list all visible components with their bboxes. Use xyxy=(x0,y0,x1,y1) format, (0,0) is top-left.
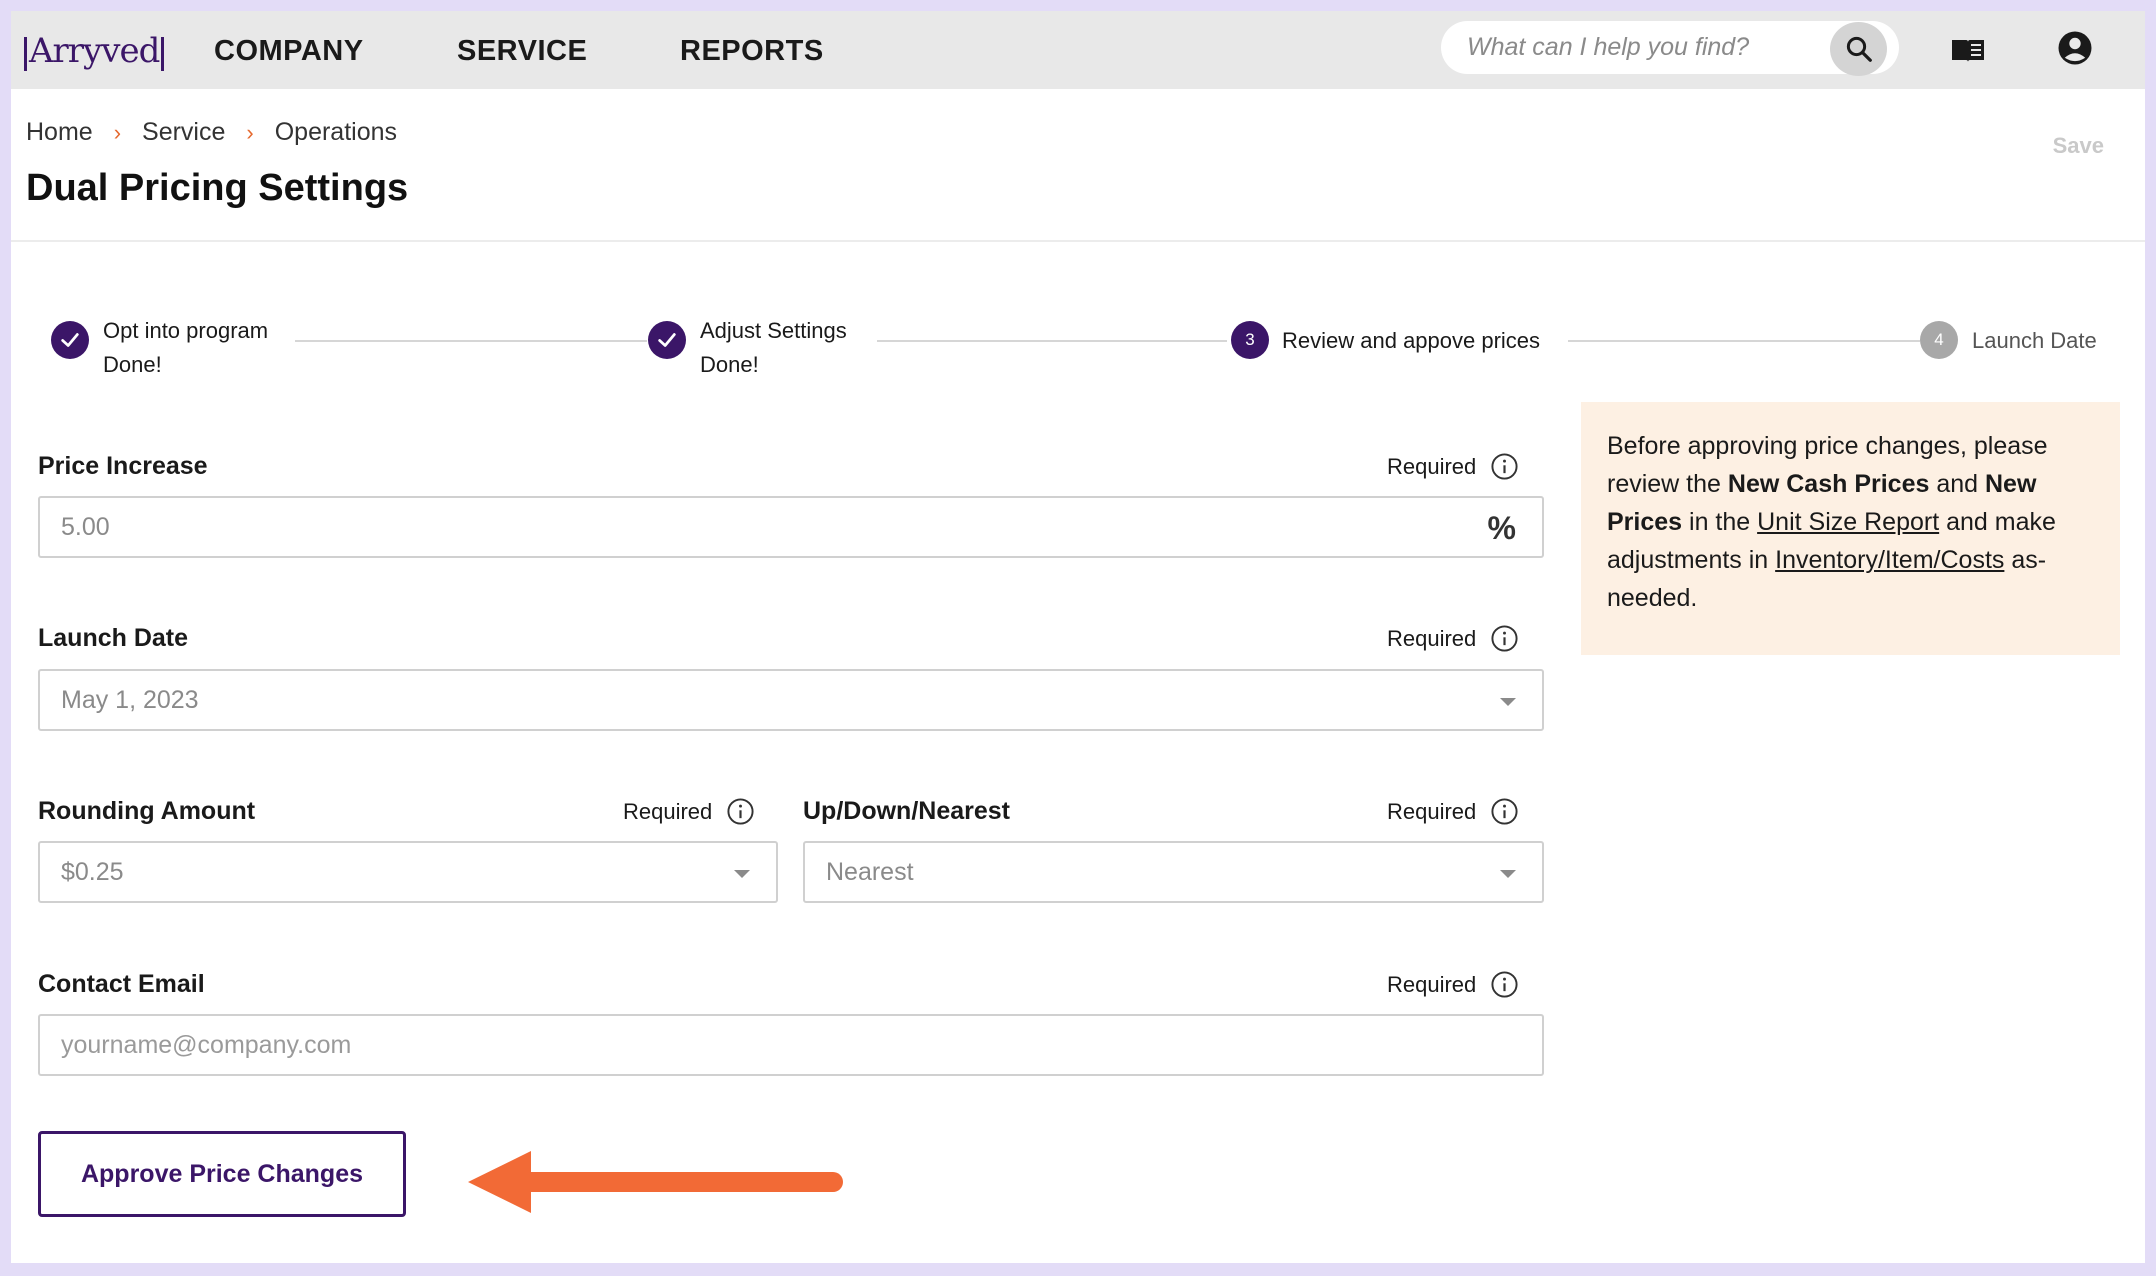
chevron-right-icon: › xyxy=(246,119,254,145)
required-text: Required xyxy=(1387,971,1477,997)
account-icon[interactable] xyxy=(2057,30,2093,71)
step-2-status: Done! xyxy=(700,352,759,377)
chevron-down-icon xyxy=(1500,870,1516,878)
search-button[interactable] xyxy=(1830,22,1887,76)
launch-date-label: Launch Date xyxy=(38,624,189,652)
contact-email-label: Contact Email xyxy=(38,970,205,998)
chevron-right-icon: › xyxy=(113,119,122,145)
step-connector xyxy=(1568,340,1920,342)
info-icon[interactable] xyxy=(726,797,755,826)
callout-bold-cash-prices: New Cash Prices xyxy=(1727,470,1930,498)
price-increase-field[interactable]: 5.00 % xyxy=(38,496,1544,558)
rounding-direction-required: Required xyxy=(1387,797,1519,826)
rounding-direction-label: Up/Down/Nearest xyxy=(803,797,1010,825)
required-text: Required xyxy=(1387,798,1477,824)
rounding-direction-select[interactable]: Nearest xyxy=(803,841,1544,903)
launch-date-required: Required xyxy=(1387,624,1519,653)
breadcrumb: Home › Service › Operations xyxy=(26,118,397,147)
callout-text: in the xyxy=(1682,508,1758,536)
unit-size-report-link[interactable]: Unit Size Report xyxy=(1757,508,1939,536)
arrow-left-icon xyxy=(468,1151,843,1213)
review-prices-callout: Before approving price changes, please r… xyxy=(1581,402,2120,655)
search-input[interactable] xyxy=(1467,21,1807,74)
rounding-amount-select[interactable]: $0.25 xyxy=(38,841,778,903)
launch-date-select[interactable]: May 1, 2023 xyxy=(38,669,1544,731)
contact-email-input[interactable] xyxy=(61,1030,1542,1060)
price-increase-required: Required xyxy=(1387,452,1519,481)
breadcrumb-service[interactable]: Service xyxy=(142,118,225,147)
step-1-check-icon xyxy=(51,321,89,359)
required-text: Required xyxy=(623,798,713,824)
required-text: Required xyxy=(1387,625,1477,651)
step-1-label: Opt into program Done! xyxy=(103,314,268,382)
percent-icon: % xyxy=(1487,510,1516,546)
arryved-logo[interactable]: Arryved xyxy=(22,19,166,71)
nav-service[interactable]: SERVICE xyxy=(457,35,587,68)
nav-company[interactable]: COMPANY xyxy=(214,35,364,68)
app-frame: Arryved COMPANY SERVICE REPORTS What can… xyxy=(11,11,2145,1263)
contact-email-required: Required xyxy=(1387,970,1519,999)
required-text: Required xyxy=(1387,453,1477,479)
rounding-amount-value: $0.25 xyxy=(61,857,124,886)
approve-price-changes-button[interactable]: Approve Price Changes xyxy=(38,1131,406,1217)
step-connector xyxy=(877,340,1227,342)
step-2-title: Adjust Settings xyxy=(700,318,847,343)
chevron-down-icon xyxy=(734,870,750,878)
chevron-down-icon xyxy=(1500,698,1516,706)
header-divider xyxy=(11,240,2145,242)
price-increase-value: 5.00 xyxy=(61,512,110,541)
info-icon[interactable] xyxy=(1490,797,1519,826)
callout-text: and xyxy=(1929,470,1985,498)
save-button[interactable]: Save xyxy=(2053,133,2104,159)
price-increase-label: Price Increase xyxy=(38,452,208,480)
logo-text: Arryved xyxy=(29,31,160,71)
rounding-amount-required: Required xyxy=(623,797,755,826)
page-title: Dual Pricing Settings xyxy=(26,167,409,209)
breadcrumb-home[interactable]: Home xyxy=(26,118,93,147)
inventory-item-costs-link[interactable]: Inventory/Item/Costs xyxy=(1775,546,2004,574)
rounding-amount-label: Rounding Amount xyxy=(38,797,256,825)
contact-email-field xyxy=(38,1014,1544,1076)
step-connector xyxy=(295,340,647,342)
rounding-direction-value: Nearest xyxy=(826,857,914,886)
step-1-title: Opt into program xyxy=(103,318,269,343)
step-3-number: 3 xyxy=(1231,321,1269,359)
top-nav: Arryved COMPANY SERVICE REPORTS xyxy=(11,11,2145,89)
info-icon[interactable] xyxy=(1490,452,1519,481)
nav-reports[interactable]: REPORTS xyxy=(680,35,824,68)
launch-date-value: May 1, 2023 xyxy=(61,685,199,714)
info-icon[interactable] xyxy=(1490,624,1519,653)
step-2-label: Adjust Settings Done! xyxy=(700,314,847,382)
step-2-check-icon xyxy=(648,321,686,359)
step-4-number: 4 xyxy=(1920,321,1958,359)
search-icon xyxy=(1846,36,1872,62)
step-1-status: Done! xyxy=(103,352,162,377)
step-4-label: Launch Date xyxy=(1972,328,2097,353)
info-icon[interactable] xyxy=(1490,970,1519,999)
breadcrumb-operations[interactable]: Operations xyxy=(275,118,397,147)
book-icon[interactable] xyxy=(1950,36,1986,71)
step-3-label: Review and appove prices xyxy=(1282,328,1541,353)
